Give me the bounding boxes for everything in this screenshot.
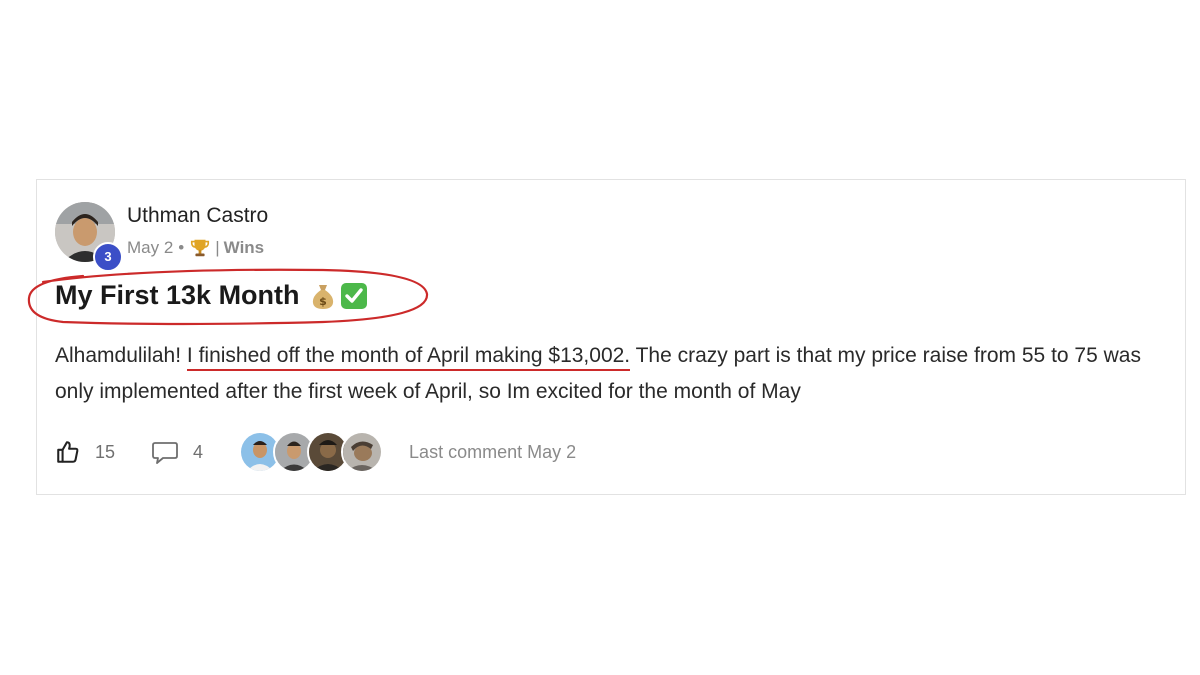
- like-button[interactable]: 15: [55, 439, 115, 465]
- post-body-highlight: I finished off the month of April making…: [186, 344, 631, 371]
- comment-bubble-icon: [152, 442, 178, 464]
- like-count: 15: [95, 441, 116, 462]
- meta-separator: •: [178, 238, 185, 257]
- post-category[interactable]: Wins: [224, 238, 264, 258]
- title-emojis: $: [310, 282, 368, 310]
- last-comment-timestamp[interactable]: Last comment May 2: [409, 442, 576, 463]
- svg-text:$: $: [319, 295, 327, 308]
- commenter-avatars[interactable]: [239, 431, 384, 473]
- post-body: Alhamdulilah! I finished off the month o…: [55, 338, 1155, 410]
- post-meta: May 2 • | Wins: [127, 237, 264, 259]
- comment-button[interactable]: 4: [151, 439, 203, 465]
- post-body-intro: Alhamdulilah!: [55, 344, 187, 367]
- level-badge: 3: [93, 242, 123, 272]
- author-avatar[interactable]: 3: [55, 202, 123, 272]
- money-bag-icon: $: [312, 284, 333, 309]
- check-mark-icon: [340, 282, 367, 309]
- meta-divider: |: [215, 238, 220, 257]
- thumbs-up-icon: [57, 441, 79, 463]
- author-name[interactable]: Uthman Castro: [127, 204, 268, 228]
- post-title-text: My First 13k Month: [55, 280, 300, 310]
- comment-count: 4: [193, 441, 204, 462]
- trophy-icon: [191, 239, 210, 257]
- post-actions: 15 4 Last comment May 2: [55, 431, 576, 473]
- commenter-avatar[interactable]: [341, 431, 384, 473]
- post-card[interactable]: 3 Uthman Castro May 2 • | Wins My First …: [27, 179, 1186, 495]
- post-date[interactable]: May 2: [127, 238, 173, 258]
- post-title[interactable]: My First 13k Month $: [55, 280, 368, 311]
